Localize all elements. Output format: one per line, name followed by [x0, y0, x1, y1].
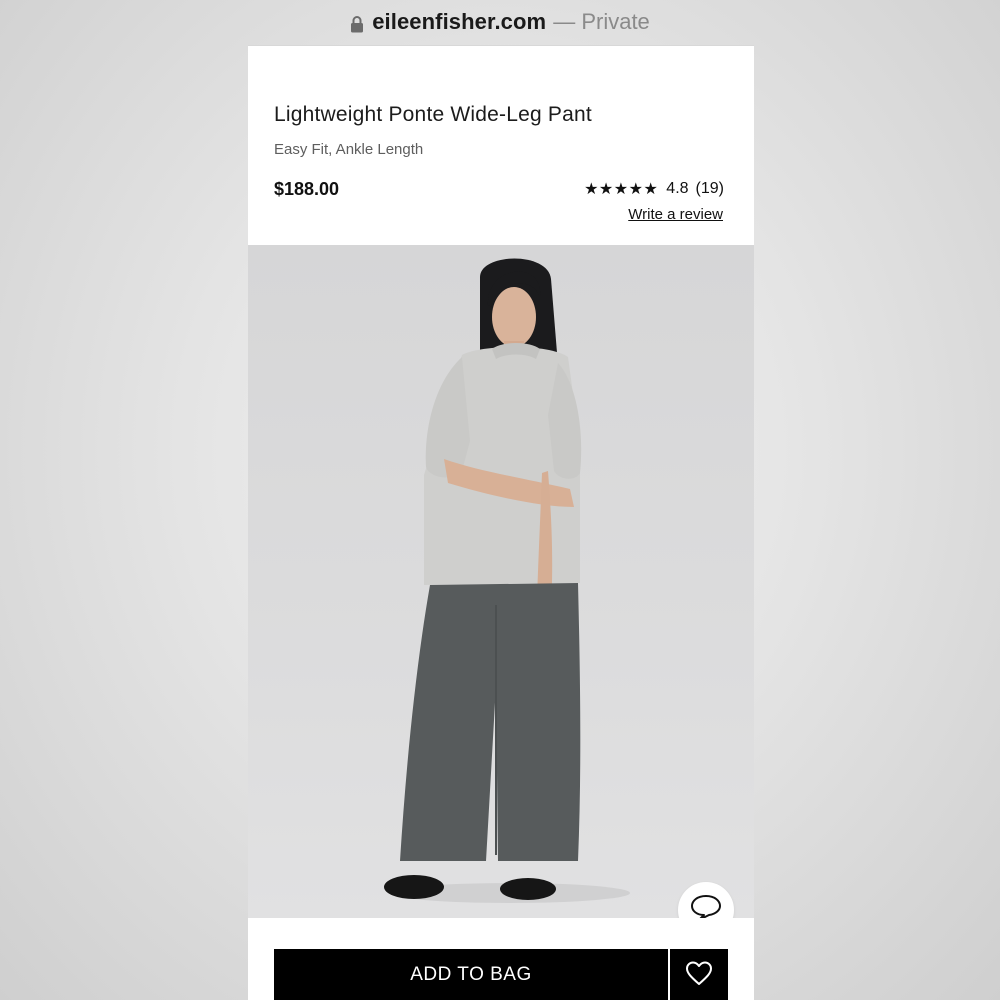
address-bar[interactable]: eileenfisher.com — Private [0, 0, 1000, 44]
wishlist-button[interactable] [670, 949, 728, 1000]
add-to-bag-button[interactable]: ADD TO BAG [274, 949, 668, 1000]
lock-icon [350, 13, 364, 33]
rating-stars: ★★★★★ [584, 181, 659, 198]
product-title: Lightweight Ponte Wide-Leg Pant [274, 103, 592, 126]
product-image[interactable] [248, 245, 754, 918]
product-header: Lightweight Ponte Wide-Leg Pant Easy Fit… [248, 46, 754, 245]
heart-icon [685, 960, 713, 991]
product-rating[interactable]: ★★★★★ 4.8 (19) [584, 179, 724, 199]
rating-value: 4.8 [666, 180, 689, 197]
product-price: $188.00 [274, 179, 340, 199]
private-label: — Private [553, 9, 650, 34]
product-page: Lightweight Ponte Wide-Leg Pant Easy Fit… [248, 45, 754, 1000]
product-subtitle: Easy Fit, Ankle Length [274, 141, 424, 158]
purchase-bar: ADD TO BAG [248, 918, 754, 1000]
review-count: (19) [695, 180, 724, 197]
model-illustration [384, 258, 630, 903]
write-review-link[interactable]: Write a review [628, 206, 723, 223]
url-domain: eileenfisher.com [372, 9, 547, 34]
